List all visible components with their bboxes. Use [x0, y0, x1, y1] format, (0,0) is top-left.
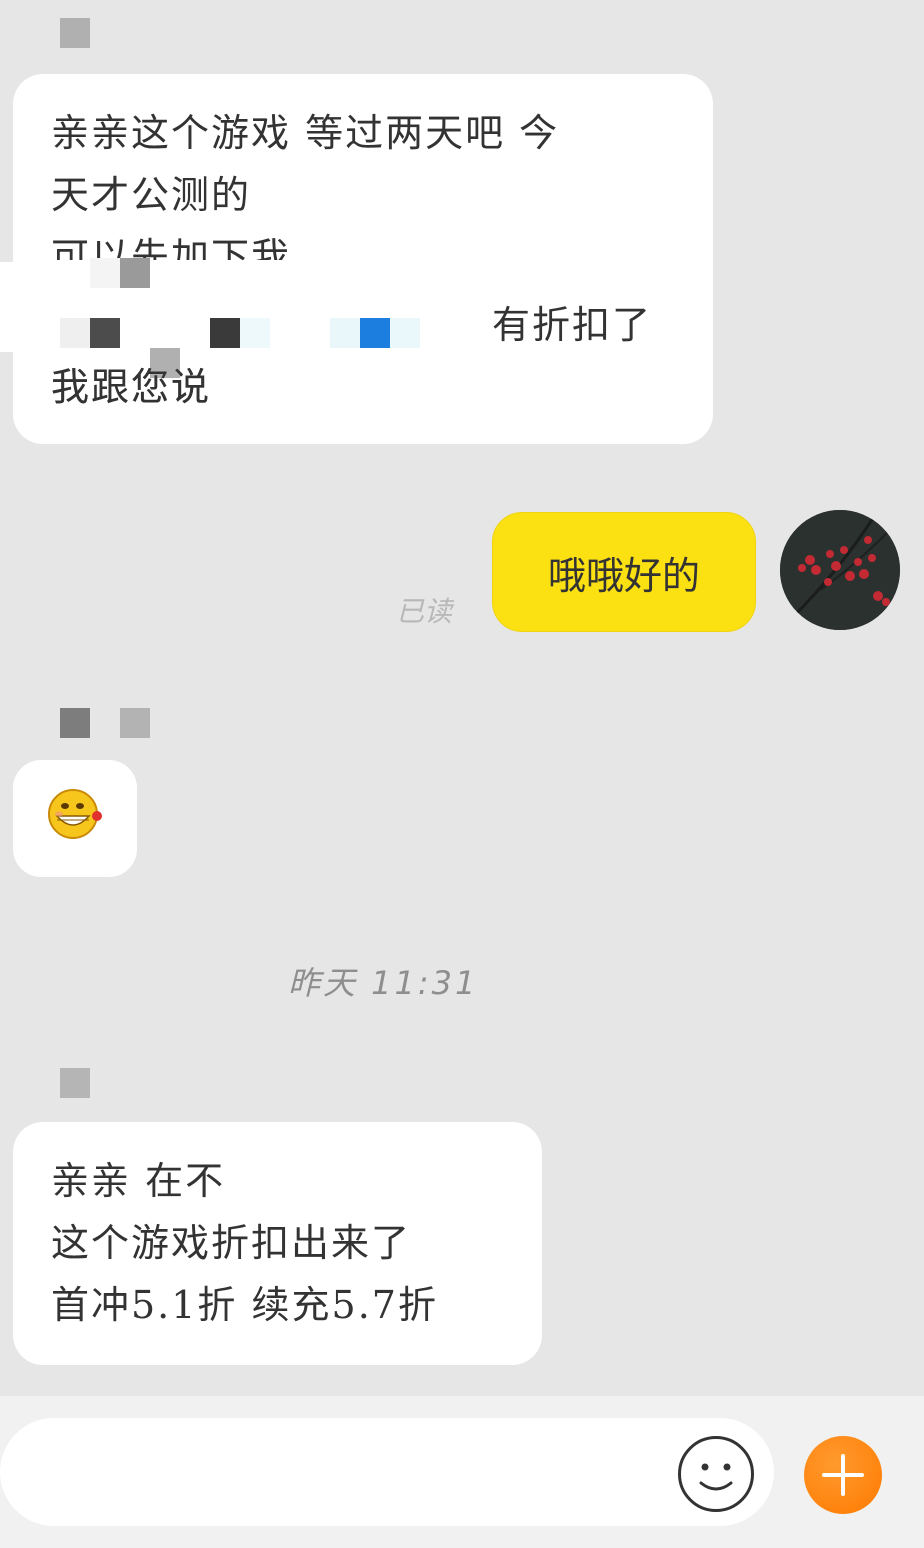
censored-sender-name: [60, 1068, 90, 1098]
avatar-image: [780, 510, 900, 630]
redacted-pixel: [90, 318, 120, 348]
redacted-pixel: [240, 318, 270, 348]
redacted-pixel: [120, 258, 150, 288]
incoming-sticker-bubble[interactable]: [13, 760, 137, 877]
message-line: 可以先加下我: [51, 235, 292, 260]
censored-sender-name: [60, 18, 90, 48]
plus-glyph: [822, 1454, 864, 1496]
message-line: 亲亲 在不: [51, 1159, 226, 1203]
message-line: 这个游戏折扣出来了: [51, 1221, 412, 1265]
message-line: 天才公测的: [51, 173, 252, 217]
grinning-rose-emoji-icon: [48, 789, 102, 839]
outgoing-message-bubble[interactable]: 哦哦好的: [492, 512, 756, 632]
redacted-pixel: [390, 318, 420, 348]
smiley-icon[interactable]: [678, 1436, 754, 1512]
message-line: 亲亲这个游戏 等过两天吧 今: [51, 111, 560, 155]
smiley-face-glyph: [699, 1463, 733, 1491]
censored-sender-name: [60, 708, 90, 738]
message-line: 有折扣了: [492, 303, 653, 347]
redacted-pixel: [90, 258, 120, 288]
redacted-pixel: [60, 318, 90, 348]
outgoing-message-text: 哦哦好的: [547, 553, 700, 598]
message-line: 我跟您说: [51, 365, 212, 409]
read-receipt: 已读: [396, 595, 453, 628]
user-avatar[interactable]: [780, 510, 900, 630]
message-input[interactable]: [0, 1418, 774, 1526]
chat-timestamp: 昨天 11:31: [288, 964, 479, 1002]
plus-icon[interactable]: [804, 1436, 882, 1514]
redacted-pixel: [330, 318, 360, 348]
censored-sender-name: [120, 708, 150, 738]
message-line: 首冲5.1折 续充5.7折: [51, 1283, 438, 1327]
redacted-pixel: [210, 318, 240, 348]
redacted-pixel: [360, 318, 390, 348]
